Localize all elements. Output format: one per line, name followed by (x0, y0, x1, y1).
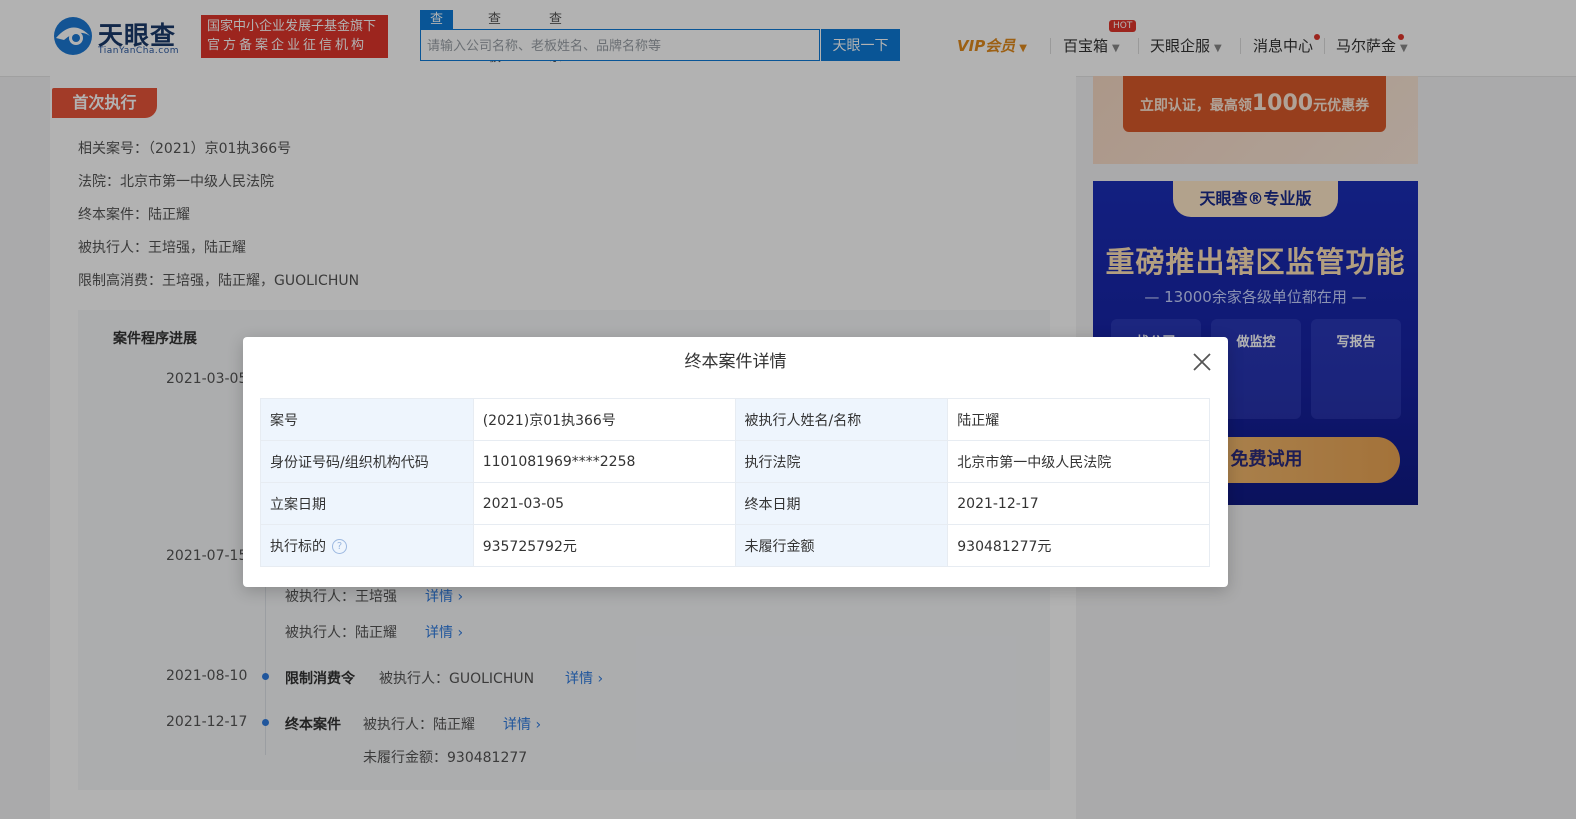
close-icon[interactable] (1189, 349, 1215, 375)
table-row: 立案日期 2021-03-05 终本日期 2021-12-17 (260, 482, 1210, 525)
field-label: 被执行人姓名/名称 (734, 398, 949, 441)
field-label: 立案日期 (260, 482, 474, 525)
field-value: 2021-03-05 (472, 482, 736, 525)
field-value: 935725792元 (472, 524, 736, 567)
field-value: 1101081969****2258 (472, 440, 736, 483)
field-label: 执行法院 (734, 440, 949, 483)
field-label-with-help: 执行标的? (260, 524, 474, 567)
field-label: 身份证号码/组织机构代码 (260, 440, 474, 483)
field-value: 2021-12-17 (947, 482, 1210, 525)
field-value: 陆正耀 (947, 398, 1210, 441)
table-row: 案号 (2021)京01执366号 被执行人姓名/名称 陆正耀 (260, 398, 1210, 441)
field-value: (2021)京01执366号 (472, 398, 736, 441)
field-label: 执行标的 (270, 538, 326, 555)
modal-title: 终本案件详情 (684, 352, 787, 372)
field-label: 终本日期 (734, 482, 949, 525)
field-value: 北京市第一中级人民法院 (947, 440, 1210, 483)
case-detail-table: 案号 (2021)京01执366号 被执行人姓名/名称 陆正耀 身份证号码/组织… (260, 398, 1210, 567)
table-row: 执行标的? 935725792元 未履行金额 930481277元 (260, 524, 1210, 567)
field-label: 案号 (260, 398, 474, 441)
table-row: 身份证号码/组织机构代码 1101081969****2258 执行法院 北京市… (260, 440, 1210, 483)
case-detail-modal: 终本案件详情 案号 (2021)京01执366号 被执行人姓名/名称 陆正耀 身… (243, 337, 1228, 587)
field-value: 930481277元 (947, 524, 1210, 567)
help-icon[interactable]: ? (332, 539, 347, 554)
field-label: 未履行金额 (734, 524, 949, 567)
